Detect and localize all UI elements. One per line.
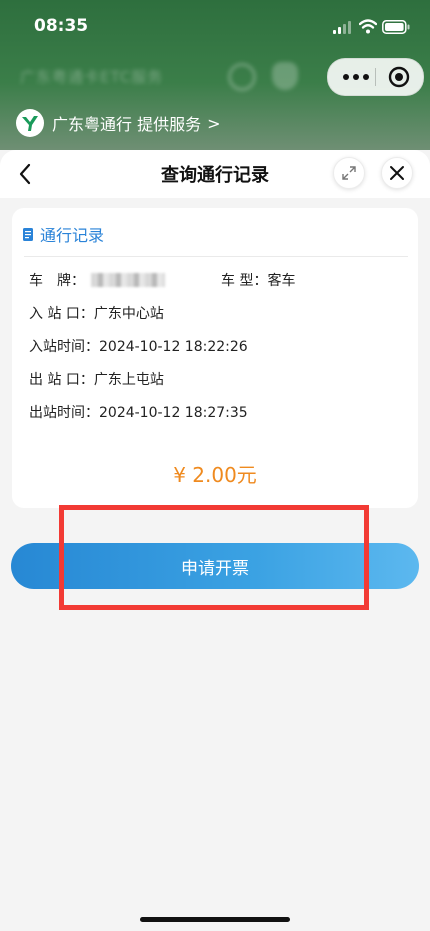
toll-amount: ¥ 2.00元: [173, 463, 257, 487]
search-icon: [228, 63, 256, 91]
expand-icon: [342, 166, 356, 180]
sheet-nav-bar: 查询通行记录: [0, 150, 430, 198]
wifi-icon: [359, 19, 377, 34]
capsule-divider: [375, 68, 376, 86]
plate-row: 车 牌：: [29, 270, 165, 290]
exit-time-label: 出站时间：: [29, 405, 99, 421]
close-miniprogram-icon[interactable]: [387, 65, 411, 89]
plate-label: 车 牌：: [29, 273, 85, 289]
service-provider-link[interactable]: 广东粤通行 提供服务 >: [16, 109, 221, 137]
vehicle-type-label: 车 型：: [221, 273, 268, 289]
status-time: 08:35: [34, 16, 89, 36]
close-button[interactable]: [381, 157, 413, 189]
vehicle-type-row: 车 型：客车: [221, 270, 295, 290]
divider: [24, 256, 408, 257]
exit-time-row: 出站时间：2024-10-12 18:27:35: [29, 402, 248, 422]
more-menu-icon[interactable]: [338, 59, 374, 95]
page-title: 查询通行记录: [161, 165, 269, 186]
provider-text: 广东粤通行 提供服务: [52, 115, 202, 134]
miniprogram-capsule: [327, 58, 424, 96]
record-section-title: 通行记录: [40, 226, 105, 245]
record-sheet: 查询通行记录 通行记录 车 牌： 车 型：客车 入 站 口：广东中心站 入站时间…: [0, 150, 430, 931]
provider-logo-icon: [16, 109, 44, 137]
cellular-signal-icon: [333, 21, 351, 34]
close-icon: [390, 166, 404, 180]
entry-time-value: 2024-10-12 18:22:26: [99, 339, 248, 355]
entry-time-row: 入站时间：2024-10-12 18:22:26: [29, 336, 248, 356]
record-card-header: 通行记录: [23, 222, 104, 246]
record-card: 通行记录 车 牌： 车 型：客车 入 站 口：广东中心站 入站时间：2024-1…: [12, 208, 418, 508]
entry-station-value: 广东中心站: [93, 306, 164, 322]
chevron-right-icon: >: [207, 113, 221, 133]
exit-time-value: 2024-10-12 18:27:35: [99, 405, 248, 421]
status-bar: 08:35: [0, 0, 430, 54]
annotation-highlight-box: [59, 505, 369, 610]
plate-value-redacted: [91, 273, 165, 287]
exit-station-row: 出 站 口：广东上屯站: [29, 369, 164, 389]
home-indicator: [140, 917, 290, 922]
entry-station-row: 入 站 口：广东中心站: [29, 303, 164, 323]
exit-station-value: 广东上屯站: [93, 372, 164, 388]
entry-station-label: 入 站 口：: [29, 306, 94, 322]
expand-button[interactable]: [333, 157, 365, 189]
exit-station-label: 出 站 口：: [29, 372, 94, 388]
host-page-title-blurred: 广东粤通卡ETC服务: [20, 68, 164, 86]
entry-time-label: 入站时间：: [29, 339, 99, 355]
vehicle-type-value: 客车: [267, 273, 296, 289]
document-icon: [23, 227, 33, 241]
battery-icon: [382, 20, 410, 34]
shield-icon: [272, 62, 298, 90]
